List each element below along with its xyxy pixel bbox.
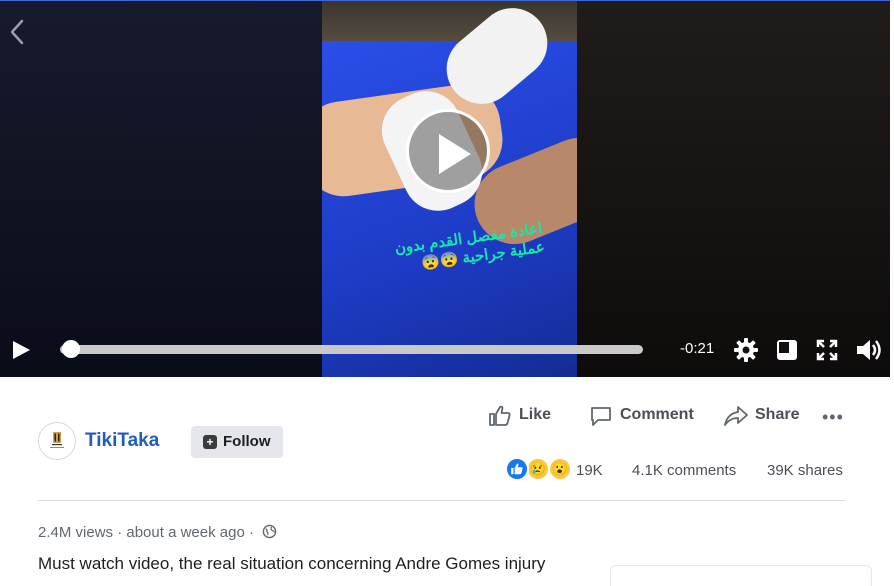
post-details: TikiTaka + Follow Like Comment Share •••… [0,377,894,586]
like-label: Like [519,406,552,423]
follow-button[interactable]: + Follow [191,426,283,458]
play-icon [13,341,30,359]
page-name-link[interactable]: TikiTaka [85,430,159,452]
reactions-summary[interactable]: 😢 😮 [505,457,575,483]
shares-count[interactable]: 39K shares [767,462,843,479]
reactions-count[interactable]: 19K [576,462,603,479]
divider [38,500,845,501]
comment-label: Comment [620,406,694,423]
more-options-icon[interactable]: ••• [822,407,844,428]
progress-thumb[interactable] [62,340,80,358]
share-label: Share [755,406,800,423]
volume-icon[interactable] [855,337,881,363]
views-count: 2.4M views [38,524,114,541]
comment-button[interactable]: Comment [589,404,699,428]
like-reaction-icon [505,457,529,481]
play-icon [439,134,471,174]
progress-track[interactable] [60,345,643,354]
video-letterbox-right [577,1,890,377]
play-button[interactable] [10,339,32,361]
side-panel-card [610,565,872,586]
video-controls: -0:21 [0,331,890,371]
globe-privacy-icon [262,524,277,539]
big-play-button[interactable] [406,109,490,193]
post-description: Must watch video, the real situation con… [38,554,546,573]
share-button[interactable]: Share [723,404,803,428]
wow-reaction-icon: 😮 [548,457,572,481]
tikitaka-logo-icon [50,432,64,448]
page-avatar[interactable] [38,422,76,460]
post-timestamp[interactable]: about a week ago [126,524,244,541]
post-meta: 2.4M views · about a week ago · [38,524,277,541]
share-arrow-icon [724,406,748,426]
sad-reaction-icon: 😢 [526,457,550,481]
comments-count[interactable]: 4.1K comments [632,462,736,479]
comment-icon [591,407,611,426]
settings-gear-icon[interactable] [733,337,759,363]
mini-player-icon[interactable] [774,337,800,363]
follow-plus-icon: + [203,435,217,449]
video-player[interactable]: اعادة مفصل القدم بدون عملية جراحية 😨😨 -0… [0,0,890,377]
time-remaining: -0:21 [680,340,715,357]
back-chevron-icon[interactable] [6,17,28,47]
like-button[interactable]: Like [488,404,553,428]
follow-label: Follow [223,433,271,450]
thumbs-up-icon [489,405,511,426]
video-letterbox-left [0,1,322,377]
fullscreen-icon[interactable] [814,337,840,363]
